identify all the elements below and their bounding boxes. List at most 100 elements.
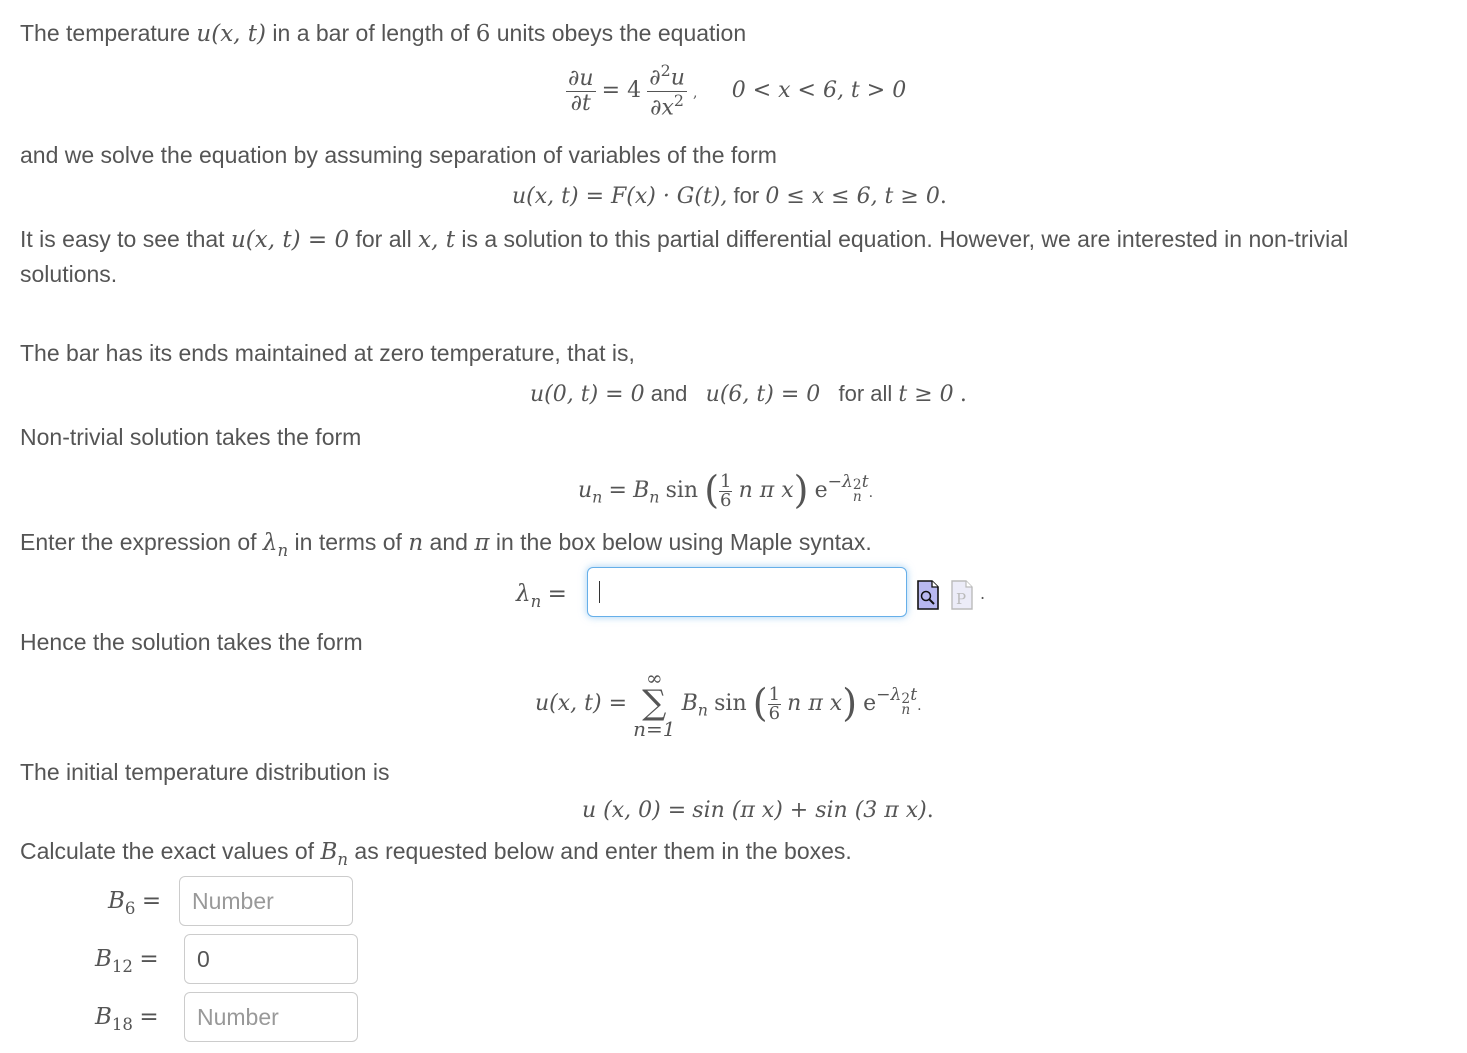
text: Calculate the exact values of — [20, 838, 321, 864]
solution-form-paragraph: Non-trivial solution takes the form — [20, 424, 362, 450]
text: The temperature — [20, 20, 197, 46]
math-n: n — [337, 849, 349, 869]
boundary-paragraph: The bar has its ends maintained at zero … — [20, 340, 635, 366]
period: . — [980, 584, 986, 603]
math-lambda: λ — [262, 530, 278, 556]
maple-p-icon[interactable]: P — [951, 580, 973, 610]
intro-paragraph: The temperature u(x, t) in a bar of leng… — [20, 20, 746, 47]
math-length: 6 — [475, 21, 491, 47]
math-trivial: u(x, t) = 0 — [230, 227, 350, 253]
math-B: B — [320, 839, 338, 865]
sub: n — [530, 591, 542, 611]
sup: 2 — [660, 61, 671, 80]
lambda-instructions: Enter the expression of λn in terms of n… — [20, 529, 872, 560]
u-sub: n — [592, 487, 603, 507]
boundary-cond: t ≥ 0 — [898, 382, 954, 407]
period: . — [939, 184, 947, 209]
calculate-paragraph: Calculate the exact values of Bn as requ… — [20, 838, 852, 869]
text: is a solution to this partial differenti… — [454, 226, 1349, 252]
equals: = — [547, 581, 567, 607]
lambda-supsub: 2n — [852, 479, 862, 506]
e: e — [814, 478, 828, 503]
period: . — [868, 485, 874, 501]
sin-argument: n π x — [738, 478, 794, 503]
svg-text:P: P — [956, 590, 966, 608]
summation: ∞ ∑ n=1 — [633, 668, 675, 739]
sub: n — [901, 702, 911, 719]
text: and — [423, 529, 475, 555]
text: as requested below and enter them in the… — [348, 838, 852, 864]
sub: n — [852, 489, 862, 506]
period: . — [959, 382, 967, 407]
b6-input[interactable] — [179, 876, 353, 926]
text: in a bar of length of — [266, 20, 476, 46]
for-text: for — [733, 183, 760, 208]
one-sixth: 16 — [719, 470, 733, 511]
partial: ∂ — [649, 65, 661, 91]
text: It is easy to see that — [20, 226, 231, 252]
equals: = — [141, 888, 162, 914]
b12-input[interactable] — [184, 934, 358, 984]
e: e — [863, 691, 877, 717]
B: B — [95, 1004, 112, 1030]
B: B — [681, 691, 698, 717]
series-paragraph: Hence the solution takes the form — [20, 629, 363, 655]
minus-lambda: −λ — [827, 471, 853, 492]
den: 6 — [768, 702, 781, 724]
text: Enter the expression of — [20, 529, 263, 555]
separation-equation: u(x, t) = F(x) · G(t), for 0 ≤ x ≤ 6, t … — [512, 183, 947, 209]
lhs-denominator: ∂t — [570, 90, 591, 116]
sin: sin — [714, 691, 747, 717]
separation-paragraph: and we solve the equation by assuming se… — [20, 142, 777, 168]
trivial-paragraph: It is easy to see that u(x, t) = 0 for a… — [20, 226, 1348, 253]
t: t — [861, 471, 869, 492]
u: u — [670, 65, 685, 91]
b6-label: B6 = — [108, 887, 161, 918]
math-u-xt: u(x, t) — [196, 21, 267, 47]
lhs-fraction: ∂u ∂t — [566, 66, 596, 116]
initial-rhs: sin (π x) + sin (3 π x) — [692, 798, 927, 823]
num: 1 — [719, 470, 733, 492]
equals: = — [139, 1004, 159, 1030]
initial-paragraph: The initial temperature distribution is — [20, 759, 390, 785]
den: 6 — [720, 489, 732, 511]
B: B — [108, 888, 125, 914]
un-equation: un = Bn sin (1 6 n π x) e−λ 2 n t. — [578, 468, 873, 512]
separation-range: 0 ≤ x ≤ 6, t ≥ 0 — [765, 184, 940, 209]
equals-four: = 4 — [601, 78, 642, 104]
and-text: and — [650, 381, 688, 406]
B: B — [633, 478, 650, 503]
pde-domain: 0 < x < 6, t > 0 — [731, 78, 907, 104]
b18-input[interactable] — [184, 992, 358, 1042]
lambda-input[interactable] — [587, 567, 907, 617]
rhs-numerator: ∂2u — [647, 62, 687, 92]
text: in the box below using Maple syntax. — [489, 529, 872, 555]
math-vars: x, t — [418, 227, 455, 253]
for-all-text: for all — [838, 381, 893, 406]
boundary-left: u(0, t) = 0 — [530, 382, 645, 407]
rhs-fraction: ∂2u ∂x2 — [647, 62, 687, 121]
math-n: n — [408, 530, 424, 556]
initial-lhs: u (x, 0) = — [582, 798, 687, 823]
B-sub: n — [697, 700, 708, 720]
math-n: n — [277, 540, 289, 560]
math-pi: π — [474, 530, 490, 556]
sup: 2 — [673, 90, 684, 110]
trivial-paragraph-end: solutions. — [20, 261, 118, 287]
separation-lhs: u(x, t) = F(x) · G(t), — [512, 184, 728, 209]
dx: ∂x — [650, 95, 674, 121]
exponent: −λ 2 n t — [827, 471, 869, 504]
sub: 12 — [111, 956, 133, 976]
boundary-equation: u(0, t) = 0 and u(6, t) = 0 for all t ≥ … — [530, 381, 967, 407]
preview-search-icon[interactable] — [917, 580, 939, 610]
sub: 6 — [124, 898, 136, 918]
close-paren: ) — [842, 681, 858, 726]
close-paren: ) — [793, 468, 809, 512]
pde-equation: ∂u ∂t = 4 ∂2u ∂x2 , 0 < x < 6, t > 0 — [566, 62, 906, 121]
lambda-supsub: 2n — [901, 692, 911, 719]
lambda-label: λn = — [516, 580, 567, 611]
minus-lambda: −λ — [876, 685, 902, 706]
equals: = — [608, 478, 627, 503]
b18-label: B18 = — [95, 1003, 159, 1034]
text: units obeys the equation — [490, 20, 747, 46]
